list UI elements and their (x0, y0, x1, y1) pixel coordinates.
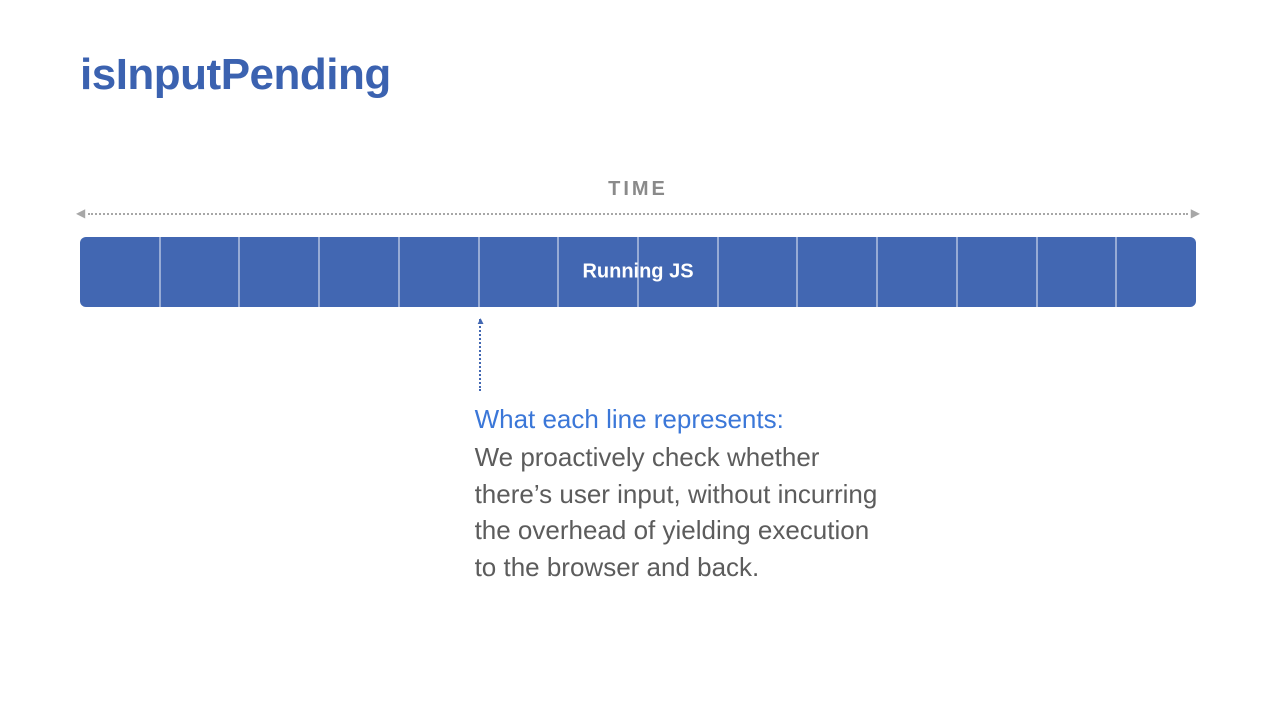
caption-body: We proactively check whether there’s use… (475, 439, 895, 585)
time-axis-line (88, 213, 1188, 215)
tick-line (956, 237, 958, 307)
tick-line (478, 237, 480, 307)
tick-line (159, 237, 161, 307)
tick-line (1115, 237, 1117, 307)
tick-line (717, 237, 719, 307)
time-section: TIME ◀ ▶ Running JS (80, 178, 1196, 307)
pointer-line: ▲ (479, 319, 481, 391)
tick-line (1036, 237, 1038, 307)
caption-heading: What each line represents: (475, 401, 895, 437)
tick-line (318, 237, 320, 307)
page-title: isInputPending (80, 50, 1196, 100)
running-js-bar: Running JS (80, 237, 1196, 307)
time-axis: ◀ ▶ (80, 209, 1196, 219)
tick-line (876, 237, 878, 307)
timeline-bar-container: Running JS (80, 237, 1196, 307)
tick-line (637, 237, 639, 307)
time-axis-label: TIME (80, 178, 1196, 201)
tick-line (398, 237, 400, 307)
tick-line (796, 237, 798, 307)
arrow-right-icon: ▶ (1191, 207, 1200, 219)
tick-line (557, 237, 559, 307)
arrow-left-icon: ◀ (76, 207, 85, 219)
tick-line (238, 237, 240, 307)
arrow-up-icon: ▲ (476, 316, 486, 327)
slide: isInputPending TIME ◀ ▶ Running JS ▲ Wha… (0, 0, 1276, 717)
caption-block: What each line represents: We proactivel… (475, 401, 895, 585)
